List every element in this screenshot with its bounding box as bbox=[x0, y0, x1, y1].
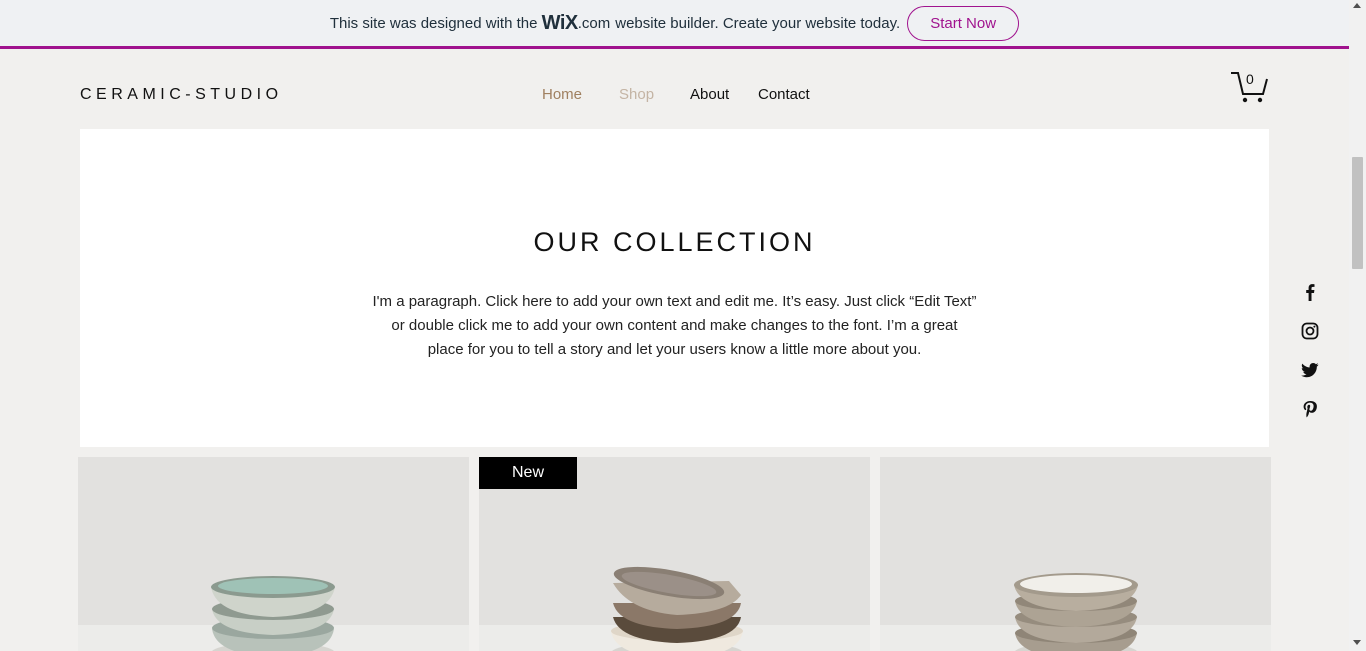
product-card-3[interactable] bbox=[880, 457, 1271, 651]
scroll-down-arrow-icon[interactable] bbox=[1353, 640, 1361, 645]
page-scrollbar[interactable] bbox=[1349, 0, 1366, 651]
nav-item-contact[interactable]: Contact bbox=[758, 86, 810, 103]
scrollbar-thumb[interactable] bbox=[1352, 157, 1363, 269]
social-bar bbox=[1300, 282, 1320, 438]
scroll-up-arrow-icon[interactable] bbox=[1353, 3, 1361, 8]
collection-section: OUR COLLECTION I'm a paragraph. Click he… bbox=[80, 129, 1269, 447]
banner-text-before: This site was designed with the bbox=[329, 14, 538, 32]
collection-title: OUR COLLECTION bbox=[533, 227, 816, 257]
nav-item-about[interactable]: About bbox=[690, 86, 729, 103]
product-image-green-bowls bbox=[211, 576, 335, 651]
product-card-1[interactable] bbox=[78, 457, 469, 651]
pinterest-icon[interactable] bbox=[1300, 399, 1320, 419]
nav-item-home[interactable]: Home bbox=[542, 86, 582, 103]
wix-promo-banner: This site was designed with the WiX .com … bbox=[0, 0, 1349, 49]
facebook-icon[interactable] bbox=[1300, 282, 1320, 302]
wix-logo: WiX bbox=[541, 11, 579, 34]
product-image-beige-bowls bbox=[1014, 573, 1138, 651]
new-badge: New bbox=[479, 457, 577, 489]
banner-text-after: website builder. Create your website tod… bbox=[615, 14, 901, 32]
start-now-button[interactable]: Start Now bbox=[907, 5, 1020, 41]
collection-paragraph: I'm a paragraph. Click here to add your … bbox=[372, 293, 977, 358]
instagram-icon[interactable] bbox=[1300, 321, 1320, 341]
cart-count: 0 bbox=[1246, 71, 1254, 87]
nav-item-shop[interactable]: Shop bbox=[619, 86, 654, 103]
wix-dotcom: .com bbox=[577, 14, 611, 32]
site-logo[interactable]: CERAMIC-STUDIO bbox=[80, 86, 283, 104]
twitter-icon[interactable] bbox=[1300, 360, 1320, 380]
